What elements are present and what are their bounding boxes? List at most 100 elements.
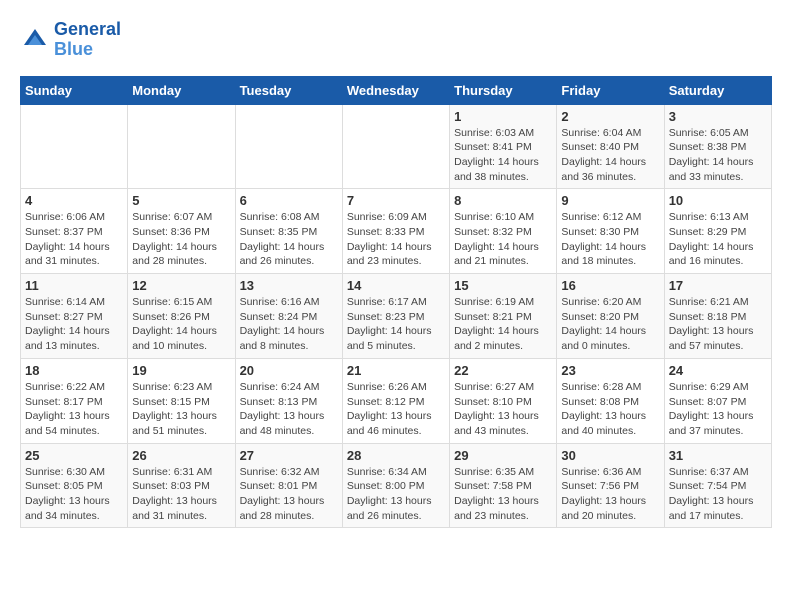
day-cell-0 [21,104,128,189]
calendar-body: 1 Sunrise: 6:03 AM Sunset: 8:41 PM Daylig… [21,104,772,528]
day-info: Sunrise: 6:22 AM Sunset: 8:17 PM Dayligh… [25,380,123,439]
header-monday: Monday [128,76,235,104]
logo-icon [20,25,50,55]
day-cell-5: 2Sunrise: 6:04 AM Sunset: 8:40 PM Daylig… [557,104,664,189]
day-number: 13 [240,278,338,293]
day-cell-13: 10 Sunrise: 6:13 AM Sunset: 8:29 PM Dayli… [664,189,771,274]
day-info: Sunrise: 6:23 AM Sunset: 8:15 PM Dayligh… [132,380,230,439]
day-number: 9 [561,193,659,208]
day-cell-31: 28Sunrise: 6:34 AM Sunset: 8:00 PM Dayli… [342,443,449,528]
day-cell-11: 8 Sunrise: 6:10 AM Sunset: 8:32 PM Daylig… [450,189,557,274]
day-cell-25: 22 Sunrise: 6:27 AM Sunset: 8:10 PM Dayli… [450,358,557,443]
day-cell-18: 15 Sunrise: 6:19 AM Sunset: 8:21 PM Dayli… [450,274,557,359]
day-cell-17: 14Sunrise: 6:17 AM Sunset: 8:23 PM Dayli… [342,274,449,359]
week-row-3: 11 Sunrise: 6:14 AM Sunset: 8:27 PM Dayli… [21,274,772,359]
day-info: Sunrise: 6:12 AM Sunset: 8:30 PM Dayligh… [561,210,659,269]
day-info: Sunrise: 6:28 AM Sunset: 8:08 PM Dayligh… [561,380,659,439]
day-number: 12 [132,278,230,293]
day-cell-19: 16 Sunrise: 6:20 AM Sunset: 8:20 PM Dayli… [557,274,664,359]
day-number: 14 [347,278,445,293]
day-cell-10: 7Sunrise: 6:09 AM Sunset: 8:33 PM Daylig… [342,189,449,274]
day-info: Sunrise: 6:19 AM Sunset: 8:21 PM Dayligh… [454,295,552,354]
day-cell-2 [235,104,342,189]
day-cell-21: 18 Sunrise: 6:22 AM Sunset: 8:17 PM Dayli… [21,358,128,443]
day-info: Sunrise: 6:20 AM Sunset: 8:20 PM Dayligh… [561,295,659,354]
day-info: Sunrise: 6:05 AM Sunset: 8:38 PM Dayligh… [669,126,767,185]
day-cell-26: 23 Sunrise: 6:28 AM Sunset: 8:08 PM Dayli… [557,358,664,443]
day-cell-34: 31 Sunrise: 6:37 AM Sunset: 7:54 PM Dayli… [664,443,771,528]
header-tuesday: Tuesday [235,76,342,104]
day-number: 22 [454,363,552,378]
week-row-4: 18 Sunrise: 6:22 AM Sunset: 8:17 PM Dayli… [21,358,772,443]
day-cell-14: 11 Sunrise: 6:14 AM Sunset: 8:27 PM Dayli… [21,274,128,359]
day-info: Sunrise: 6:14 AM Sunset: 8:27 PM Dayligh… [25,295,123,354]
day-info: Sunrise: 6:36 AM Sunset: 7:56 PM Dayligh… [561,465,659,524]
day-number: 8 [454,193,552,208]
day-info: Sunrise: 6:13 AM Sunset: 8:29 PM Dayligh… [669,210,767,269]
day-info: Sunrise: 6:32 AM Sunset: 8:01 PM Dayligh… [240,465,338,524]
day-info: Sunrise: 6:16 AM Sunset: 8:24 PM Dayligh… [240,295,338,354]
day-info: Sunrise: 6:34 AM Sunset: 8:00 PM Dayligh… [347,465,445,524]
header-thursday: Thursday [450,76,557,104]
week-row-2: 4Sunrise: 6:06 AM Sunset: 8:37 PM Daylig… [21,189,772,274]
day-cell-28: 25 Sunrise: 6:30 AM Sunset: 8:05 PM Dayli… [21,443,128,528]
day-number: 6 [240,193,338,208]
day-info: Sunrise: 6:07 AM Sunset: 8:36 PM Dayligh… [132,210,230,269]
day-cell-23: 20 Sunrise: 6:24 AM Sunset: 8:13 PM Dayli… [235,358,342,443]
week-row-5: 25 Sunrise: 6:30 AM Sunset: 8:05 PM Dayli… [21,443,772,528]
header-saturday: Saturday [664,76,771,104]
week-row-1: 1 Sunrise: 6:03 AM Sunset: 8:41 PM Daylig… [21,104,772,189]
day-number: 17 [669,278,767,293]
day-number: 29 [454,448,552,463]
day-info: Sunrise: 6:10 AM Sunset: 8:32 PM Dayligh… [454,210,552,269]
day-number: 16 [561,278,659,293]
day-number: 5 [132,193,230,208]
day-number: 24 [669,363,767,378]
day-cell-7: 4Sunrise: 6:06 AM Sunset: 8:37 PM Daylig… [21,189,128,274]
page-header: General Blue [20,20,772,60]
day-cell-30: 27 Sunrise: 6:32 AM Sunset: 8:01 PM Dayli… [235,443,342,528]
header-wednesday: Wednesday [342,76,449,104]
day-info: Sunrise: 6:31 AM Sunset: 8:03 PM Dayligh… [132,465,230,524]
day-number: 26 [132,448,230,463]
day-number: 10 [669,193,767,208]
day-info: Sunrise: 6:27 AM Sunset: 8:10 PM Dayligh… [454,380,552,439]
day-cell-15: 12Sunrise: 6:15 AM Sunset: 8:26 PM Dayli… [128,274,235,359]
day-number: 31 [669,448,767,463]
day-cell-16: 13 Sunrise: 6:16 AM Sunset: 8:24 PM Dayli… [235,274,342,359]
day-number: 15 [454,278,552,293]
day-info: Sunrise: 6:03 AM Sunset: 8:41 PM Dayligh… [454,126,552,185]
day-cell-12: 9 Sunrise: 6:12 AM Sunset: 8:30 PM Daylig… [557,189,664,274]
day-cell-20: 17 Sunrise: 6:21 AM Sunset: 8:18 PM Dayli… [664,274,771,359]
day-number: 4 [25,193,123,208]
logo: General Blue [20,20,121,60]
day-number: 11 [25,278,123,293]
day-number: 23 [561,363,659,378]
day-number: 30 [561,448,659,463]
day-info: Sunrise: 6:08 AM Sunset: 8:35 PM Dayligh… [240,210,338,269]
day-info: Sunrise: 6:37 AM Sunset: 7:54 PM Dayligh… [669,465,767,524]
day-info: Sunrise: 6:21 AM Sunset: 8:18 PM Dayligh… [669,295,767,354]
day-info: Sunrise: 6:24 AM Sunset: 8:13 PM Dayligh… [240,380,338,439]
day-cell-6: 3Sunrise: 6:05 AM Sunset: 8:38 PM Daylig… [664,104,771,189]
header-sunday: Sunday [21,76,128,104]
day-info: Sunrise: 6:30 AM Sunset: 8:05 PM Dayligh… [25,465,123,524]
day-cell-9: 6 Sunrise: 6:08 AM Sunset: 8:35 PM Daylig… [235,189,342,274]
day-info: Sunrise: 6:29 AM Sunset: 8:07 PM Dayligh… [669,380,767,439]
calendar-header-row: SundayMondayTuesdayWednesdayThursdayFrid… [21,76,772,104]
day-cell-22: 19Sunrise: 6:23 AM Sunset: 8:15 PM Dayli… [128,358,235,443]
day-number: 20 [240,363,338,378]
day-cell-27: 24 Sunrise: 6:29 AM Sunset: 8:07 PM Dayli… [664,358,771,443]
header-friday: Friday [557,76,664,104]
day-number: 18 [25,363,123,378]
day-cell-33: 30 Sunrise: 6:36 AM Sunset: 7:56 PM Dayli… [557,443,664,528]
day-number: 1 [454,109,552,124]
day-number: 7 [347,193,445,208]
day-cell-24: 21Sunrise: 6:26 AM Sunset: 8:12 PM Dayli… [342,358,449,443]
day-cell-3 [342,104,449,189]
day-number: 2 [561,109,659,124]
day-number: 27 [240,448,338,463]
day-number: 25 [25,448,123,463]
day-info: Sunrise: 6:35 AM Sunset: 7:58 PM Dayligh… [454,465,552,524]
day-number: 21 [347,363,445,378]
